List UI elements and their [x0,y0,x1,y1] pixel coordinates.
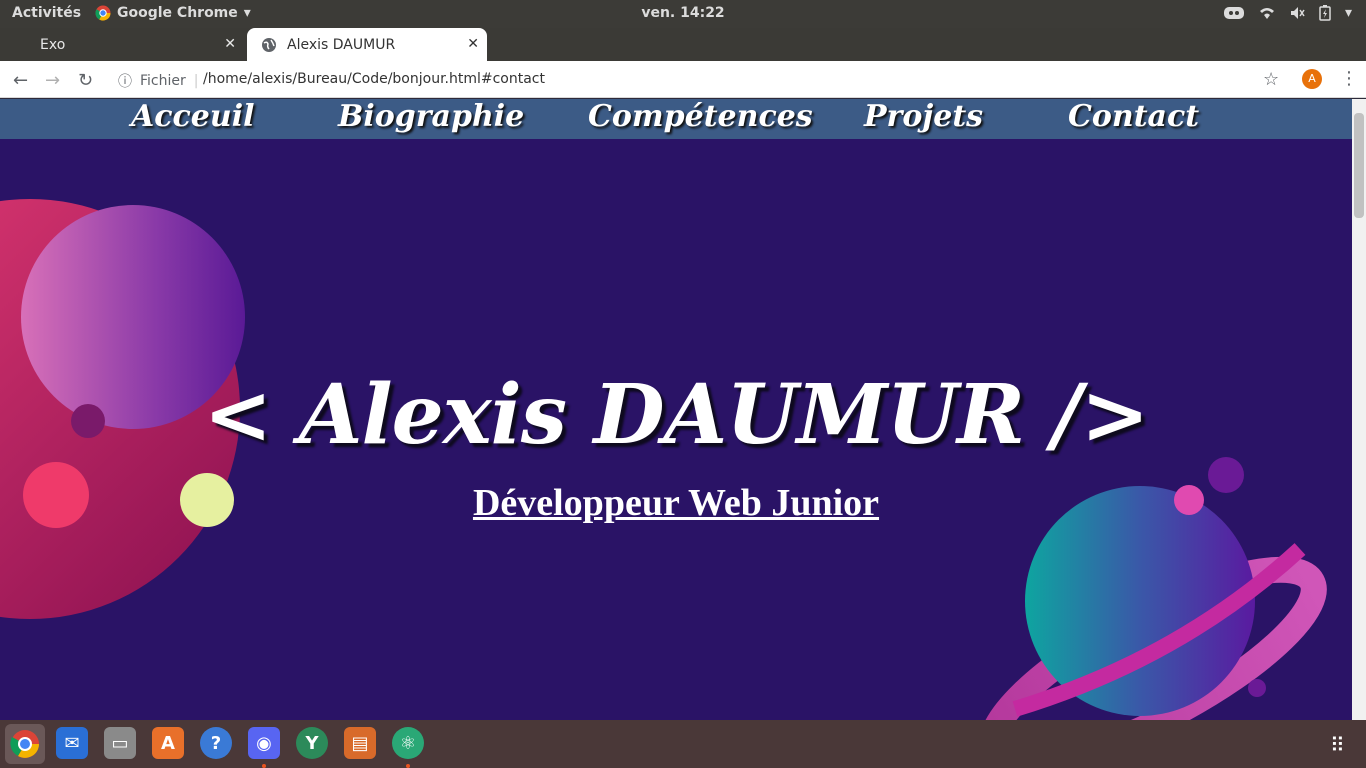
dock-discord-icon[interactable]: ◉ [248,727,280,759]
close-tab-icon[interactable]: ✕ [224,36,236,52]
nav-link-biographie[interactable]: Biographie [338,99,524,134]
tab-title: Exo [40,36,66,53]
hero-subtitle: Développeur Web Junior [472,482,880,524]
running-indicator [406,764,410,768]
dock-chrome-icon[interactable] [5,724,45,764]
dock-impress-icon[interactable]: ▤ [344,727,376,759]
wifi-icon[interactable] [1259,5,1275,21]
nav-link-projets[interactable]: Projets [864,99,983,134]
site-navbar: Acceuil Biographie Compétences Projets C… [0,99,1352,139]
discord-tray-icon[interactable] [1223,5,1245,21]
info-icon: ⓘ [118,74,132,90]
running-indicator [262,764,266,768]
show-applications-grid-icon[interactable]: ⠿ [1330,733,1345,757]
system-menu-chevron-icon[interactable]: ▾ [1345,5,1352,21]
tab-exo[interactable]: Exo ✕ [0,28,244,61]
volume-muted-icon[interactable] [1289,5,1305,21]
back-icon[interactable]: ← [13,70,28,91]
bookmark-star-icon[interactable]: ☆ [1263,69,1279,90]
system-top-bar: Activités Google Chrome ▾ ven. 14:22 ▾ [0,0,1366,28]
tab-title: Alexis DAUMUR [287,36,396,53]
battery-icon[interactable] [1319,5,1331,21]
security-label: Fichier [140,73,186,89]
reload-icon[interactable]: ↻ [78,70,93,91]
scrollbar-thumb[interactable] [1354,113,1364,218]
hero-title: < Alexis DAUMUR /> [203,367,1150,463]
dock-atom-icon[interactable]: ⚛ [392,727,424,759]
nav-link-contact[interactable]: Contact [1068,99,1199,134]
site-info[interactable]: ⓘ Fichier | [118,71,198,91]
browser-toolbar: ← → ↻ ⓘ Fichier | /home/alexis/Bureau/Co… [0,61,1366,98]
clock[interactable]: ven. 14:22 [0,5,1366,21]
dock-yarn-icon[interactable]: Y [296,727,328,759]
blank-favicon-icon [14,37,30,53]
dock-software-center-icon[interactable]: A [152,727,184,759]
close-tab-icon[interactable]: ✕ [467,36,479,52]
menu-kebab-icon[interactable]: ⋮ [1340,68,1358,89]
forward-icon[interactable]: → [45,70,60,91]
system-tray[interactable]: ▾ [1223,5,1352,21]
nav-link-competences[interactable]: Compétences [588,99,813,134]
globe-icon [262,37,276,52]
nav-link-acceuil[interactable]: Acceuil [131,99,255,134]
profile-avatar[interactable]: A [1302,69,1322,89]
dock-help-icon[interactable]: ? [200,727,232,759]
address-bar[interactable]: /home/alexis/Bureau/Code/bonjour.html#co… [203,71,545,87]
dock-files-icon[interactable]: ▭ [104,727,136,759]
separator: | [193,73,199,89]
tab-strip: Exo ✕ Alexis DAUMUR ✕ + [0,28,1366,85]
dock-thunderbird-icon[interactable]: ✉ [56,727,88,759]
page-viewport: Acceuil Biographie Compétences Projets C… [0,99,1352,720]
tab-alexis-daumur[interactable]: Alexis DAUMUR ✕ [247,28,487,61]
